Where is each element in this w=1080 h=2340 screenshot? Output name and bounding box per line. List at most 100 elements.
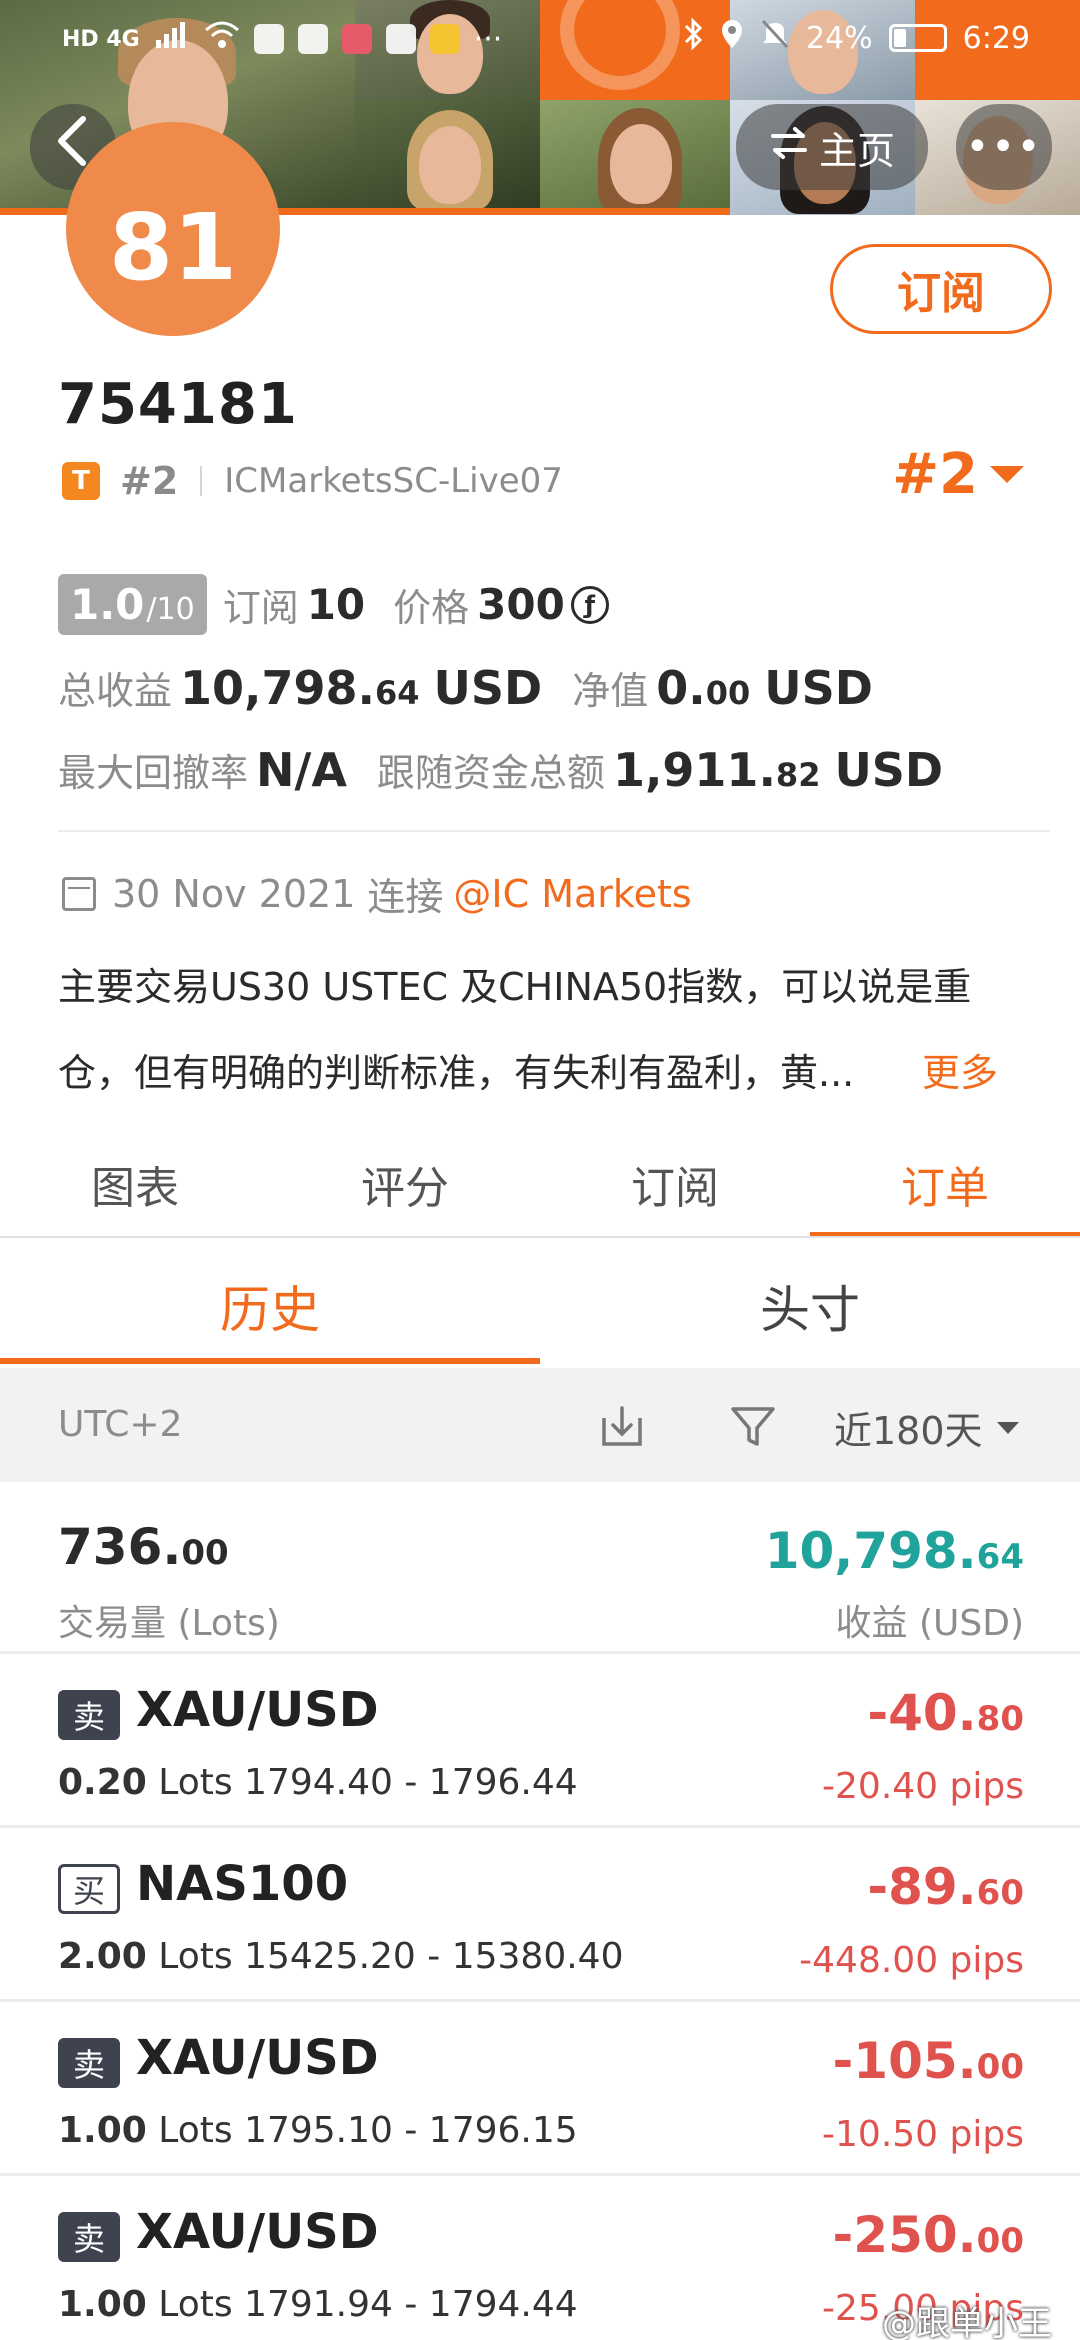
calendar-icon	[62, 876, 96, 911]
score-max: /10	[146, 592, 195, 627]
mail-icon	[429, 24, 460, 54]
timezone-label: UTC+2	[58, 1404, 183, 1445]
order-detail: 1.00 Lots 1795.10 - 1796.15	[58, 2110, 578, 2151]
app-icon	[341, 24, 372, 54]
order-profit-int: -89.	[867, 1858, 977, 1916]
order-detail: 2.00 Lots 15425.20 - 15380.40	[58, 1936, 624, 1977]
order-symbol: XAU/USD	[136, 2030, 379, 2086]
equity-int: 0.	[656, 661, 706, 715]
main-tabs: 图表 评分 订阅 订单	[0, 1132, 1080, 1238]
download-icon[interactable]	[600, 1404, 644, 1448]
subtab-positions[interactable]: 头寸	[540, 1248, 1080, 1364]
order-row[interactable]: 买 NAS100 2.00 Lots 15425.20 - 15380.40 -…	[0, 1828, 1080, 2002]
clock: 6:29	[962, 20, 1030, 56]
order-profit-int: -40.	[867, 1684, 977, 1742]
order-lots-unit: Lots	[158, 1936, 233, 1977]
total-profit-label: 收益 (USD)	[835, 1603, 1024, 1644]
wechat-icon	[385, 24, 416, 54]
max-drawdown-value: N/A	[256, 743, 347, 797]
watermark: @跟单小王	[882, 2304, 1052, 2340]
filter-bar: UTC+2 近180天	[0, 1368, 1080, 1482]
order-symbol: XAU/USD	[136, 1682, 379, 1738]
banner-photo	[355, 100, 540, 215]
more-link[interactable]: 更多	[922, 1030, 998, 1116]
equity-dec: 00	[705, 674, 751, 712]
subscribe-button[interactable]: 订阅	[830, 244, 1052, 334]
caret-down-icon	[990, 466, 1024, 483]
location-icon	[720, 18, 744, 58]
status-right: 24% 6:29	[682, 17, 1030, 58]
order-profit: -89.60	[867, 1858, 1024, 1916]
total-profit-int: 10,798.	[764, 1522, 977, 1580]
total-profit-dec: 64	[375, 674, 420, 712]
stats-row-profit: 总收益 10,798. 64 USD 净值 0. 00 USD	[58, 660, 873, 715]
description: 主要交易US30 USTEC 及CHINA50指数，可以说是重 仓，但有明确的判…	[58, 944, 1038, 1116]
description-line: 仓，但有明确的判断标准，有失利有盈利，黄...	[58, 1051, 855, 1095]
more-notifications-icon: ···	[473, 21, 503, 57]
order-profit-dec: 60	[976, 1873, 1024, 1913]
order-price-range: 1791.94 - 1794.44	[244, 2284, 578, 2325]
tab-chart[interactable]: 图表	[0, 1132, 270, 1236]
equity-unit: USD	[764, 661, 873, 715]
avatar: 81	[66, 122, 280, 336]
orders-summary: 736.00 交易量 (Lots) 10,798.64 收益 (USD)	[0, 1482, 1080, 1654]
total-profit-label: 总收益	[58, 669, 173, 713]
order-price-range: 15425.20 - 15380.40	[244, 1936, 624, 1977]
filter-icon[interactable]	[730, 1406, 776, 1448]
total-profit: 10,798.64	[765, 1522, 1024, 1580]
order-detail: 1.00 Lots 1791.94 - 1794.44	[58, 2284, 578, 2325]
follow-funds-unit: USD	[834, 743, 944, 797]
order-profit-int: -105.	[832, 2032, 977, 2090]
score-badge: 1.0 /10	[58, 574, 207, 635]
sell-badge: 卖	[58, 2038, 120, 2088]
order-lots: 1.00	[58, 2110, 147, 2151]
order-lots-unit: Lots	[158, 2284, 233, 2325]
subscriptions-label: 订阅	[222, 586, 299, 630]
buy-badge: 买	[58, 1864, 120, 1914]
avatar-text: 81	[108, 194, 238, 301]
divider	[58, 830, 1050, 832]
rank-dropdown[interactable]: #2	[892, 442, 1024, 507]
order-profit-int: -250.	[832, 2206, 977, 2264]
order-pips: -10.50 pips	[822, 2114, 1024, 2155]
more-button[interactable]: •••	[956, 104, 1052, 190]
order-lots: 1.00	[58, 2284, 147, 2325]
order-profit-dec: 00	[976, 2047, 1024, 2087]
order-profit: -40.80	[867, 1684, 1024, 1742]
connect-date: 30 Nov 2021	[112, 871, 356, 916]
price-value: 300	[477, 580, 565, 629]
stats-row-score: 1.0 /10 订阅 10 价格 300 ƒ	[58, 574, 609, 635]
tab-subscribe[interactable]: 订阅	[540, 1132, 810, 1236]
connection-row: 30 Nov 2021 连接 @IC Markets	[62, 866, 692, 921]
app-icon	[297, 24, 328, 54]
rank-small: #2	[120, 459, 179, 503]
order-row[interactable]: 卖 XAU/USD 0.20 Lots 1794.40 - 1796.44 -4…	[0, 1654, 1080, 1828]
subtab-history[interactable]: 历史	[0, 1248, 540, 1364]
description-line: 主要交易US30 USTEC 及CHINA50指数，可以说是重	[58, 965, 972, 1009]
tab-rating[interactable]: 评分	[270, 1132, 540, 1236]
stats-row-drawdown: 最大回撤率 N/A 跟随资金总额 1,911. 82 USD	[58, 742, 943, 797]
tab-orders[interactable]: 订单	[810, 1132, 1080, 1238]
broker-link[interactable]: @IC Markets	[453, 872, 691, 916]
wifi-icon	[204, 20, 240, 58]
app-icon	[253, 24, 284, 54]
rank-row: T #2 ICMarketsSC-Live07	[62, 456, 563, 506]
order-pips: -20.40 pips	[822, 1766, 1024, 1807]
more-dots-icon: •••	[965, 124, 1043, 170]
mute-icon	[760, 18, 790, 58]
tier-badge: T	[62, 462, 100, 500]
period-select[interactable]: 近180天	[834, 1400, 1019, 1455]
total-profit-int: 10,798.	[180, 661, 375, 715]
divider	[200, 466, 203, 496]
rank-big-label: #2	[892, 442, 978, 507]
order-subtabs: 历史 头寸	[0, 1248, 1080, 1364]
order-row[interactable]: 卖 XAU/USD 1.00 Lots 1795.10 - 1796.15 -1…	[0, 2002, 1080, 2176]
battery-icon	[888, 24, 947, 52]
total-profit-unit: USD	[433, 661, 543, 715]
period-label: 近180天	[834, 1409, 983, 1453]
battery-percent: 24%	[805, 20, 873, 56]
follow-funds-int: 1,911.	[612, 743, 776, 797]
total-profit-dec: 64	[976, 1537, 1024, 1577]
home-button[interactable]: 主页	[736, 104, 928, 190]
divider	[0, 1236, 1080, 1238]
